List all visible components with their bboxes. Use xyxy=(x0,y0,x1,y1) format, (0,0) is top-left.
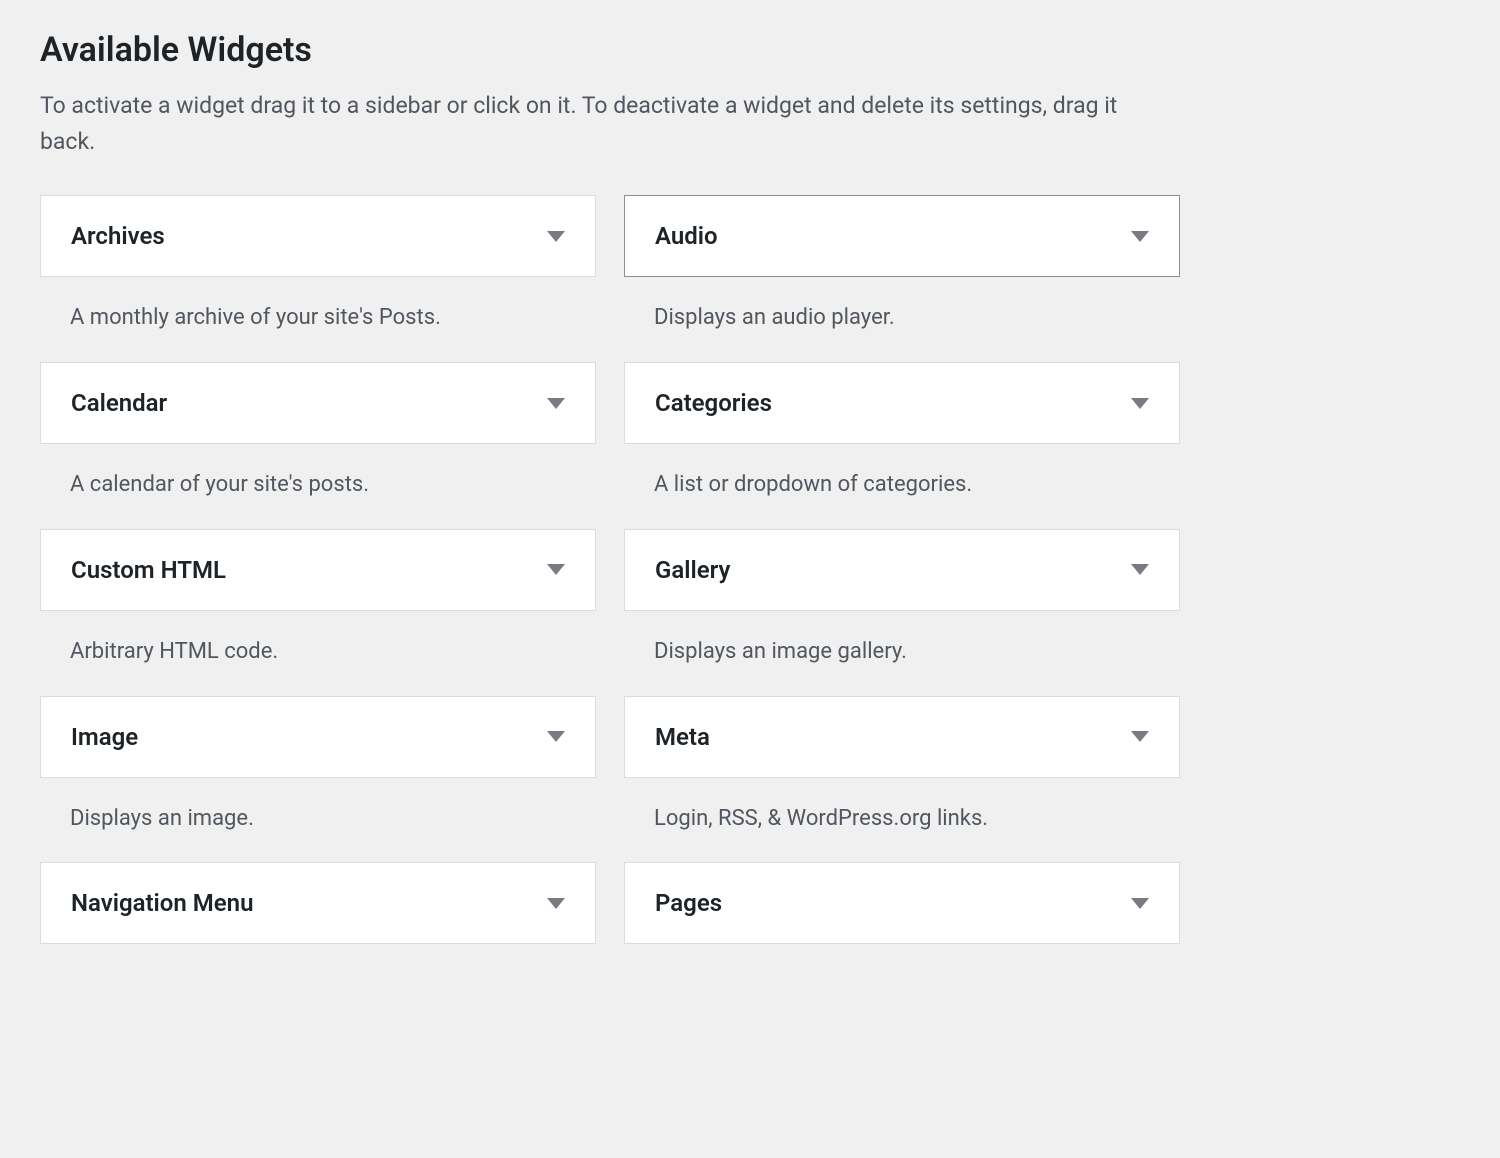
widget-header[interactable]: Gallery xyxy=(624,529,1180,611)
widget-description: A monthly archive of your site's Posts. xyxy=(40,277,596,362)
widget-item: Image Displays an image. xyxy=(40,696,596,863)
widget-header[interactable]: Navigation Menu xyxy=(40,862,596,944)
widget-title: Gallery xyxy=(655,556,730,584)
widget-title: Navigation Menu xyxy=(71,889,253,917)
widget-title: Audio xyxy=(655,222,718,250)
page-title: Available Widgets xyxy=(40,30,1460,70)
widget-header[interactable]: Calendar xyxy=(40,362,596,444)
widget-header[interactable]: Meta xyxy=(624,696,1180,778)
widget-title: Calendar xyxy=(71,389,167,417)
widget-item: Categories A list or dropdown of categori… xyxy=(624,362,1180,529)
chevron-down-icon xyxy=(547,398,565,409)
widget-title: Categories xyxy=(655,389,772,417)
widget-description: Displays an audio player. xyxy=(624,277,1180,362)
chevron-down-icon xyxy=(1131,231,1149,242)
widget-header[interactable]: Categories xyxy=(624,362,1180,444)
chevron-down-icon xyxy=(547,731,565,742)
widget-item: Navigation Menu xyxy=(40,862,596,944)
widget-title: Archives xyxy=(71,222,165,250)
chevron-down-icon xyxy=(547,898,565,909)
widget-description: Displays an image gallery. xyxy=(624,611,1180,696)
chevron-down-icon xyxy=(547,564,565,575)
chevron-down-icon xyxy=(547,231,565,242)
widget-title: Custom HTML xyxy=(71,556,226,584)
widget-item: Audio Displays an audio player. xyxy=(624,195,1180,362)
widget-item: Custom HTML Arbitrary HTML code. xyxy=(40,529,596,696)
page-description: To activate a widget drag it to a sideba… xyxy=(40,88,1160,159)
chevron-down-icon xyxy=(1131,398,1149,409)
widget-item: Calendar A calendar of your site's posts. xyxy=(40,362,596,529)
widget-description: Arbitrary HTML code. xyxy=(40,611,596,696)
chevron-down-icon xyxy=(1131,731,1149,742)
widget-description: A list or dropdown of categories. xyxy=(624,444,1180,529)
widget-header[interactable]: Pages xyxy=(624,862,1180,944)
widget-item: Gallery Displays an image gallery. xyxy=(624,529,1180,696)
widget-description: Login, RSS, & WordPress.org links. xyxy=(624,778,1180,863)
widget-item: Pages xyxy=(624,862,1180,944)
widget-item: Meta Login, RSS, & WordPress.org links. xyxy=(624,696,1180,863)
chevron-down-icon xyxy=(1131,898,1149,909)
widget-header[interactable]: Archives xyxy=(40,195,596,277)
widget-description: Displays an image. xyxy=(40,778,596,863)
widget-title: Image xyxy=(71,723,138,751)
widget-header[interactable]: Custom HTML xyxy=(40,529,596,611)
widget-title: Meta xyxy=(655,723,710,751)
widget-header[interactable]: Image xyxy=(40,696,596,778)
chevron-down-icon xyxy=(1131,564,1149,575)
widgets-grid: Archives A monthly archive of your site's… xyxy=(40,195,1180,944)
widget-item: Archives A monthly archive of your site's… xyxy=(40,195,596,362)
widget-description: A calendar of your site's posts. xyxy=(40,444,596,529)
widget-header[interactable]: Audio xyxy=(624,195,1180,277)
widget-title: Pages xyxy=(655,889,722,917)
